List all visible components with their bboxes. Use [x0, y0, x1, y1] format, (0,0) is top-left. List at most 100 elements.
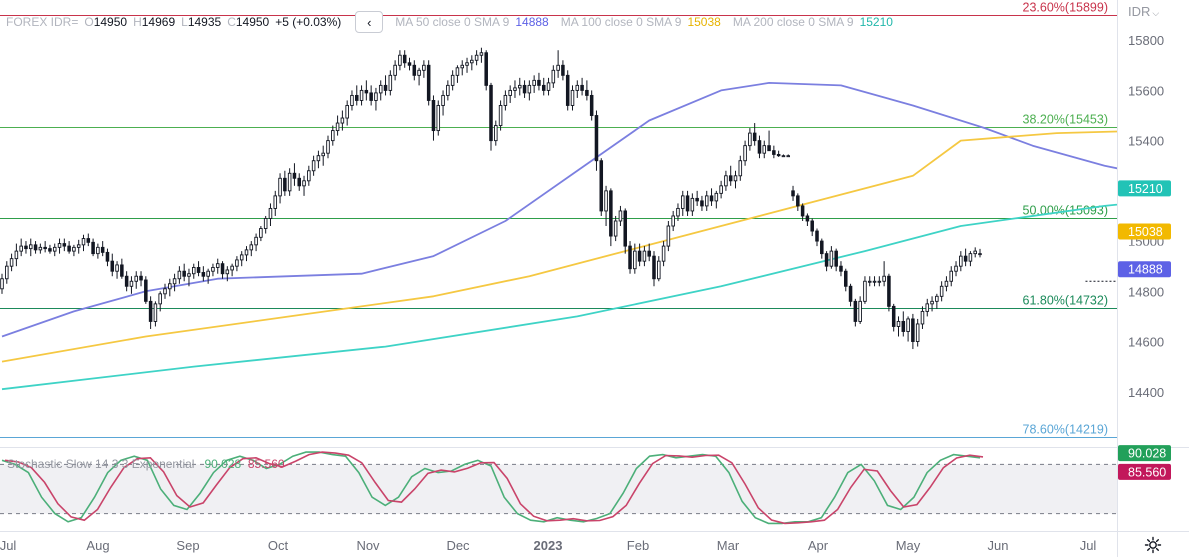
candle-body [105, 251, 110, 262]
stochastic-k-value: 90.028 [204, 457, 242, 471]
candle-body [287, 172, 292, 192]
candle [906, 316, 910, 342]
candle-body [33, 244, 38, 251]
candle-body [949, 270, 954, 282]
candle [896, 316, 901, 337]
candle-body [609, 190, 613, 237]
candle-body [968, 253, 973, 262]
candle [532, 75, 536, 93]
candle [287, 168, 292, 196]
candle-body [201, 272, 206, 277]
ma-line-2 [1, 203, 1117, 391]
candle [724, 170, 728, 191]
ma200-label[interactable]: MA 200 close 0 SMA 9 [733, 15, 854, 29]
candle-body [647, 250, 651, 257]
candle-body [676, 207, 680, 217]
candle-body [283, 177, 287, 192]
candle [810, 218, 814, 237]
candle-body [5, 265, 9, 280]
stochastic-band [0, 464, 1117, 514]
candle-body [551, 69, 556, 84]
candle [920, 306, 925, 329]
candle [43, 241, 47, 253]
candle-body [163, 288, 167, 295]
candle-body [378, 84, 383, 94]
candle [273, 190, 278, 216]
candle-body [843, 270, 848, 287]
candle-body [685, 195, 690, 212]
currency-selector[interactable]: IDR ⌵ [1128, 4, 1159, 19]
candle-body [311, 160, 316, 172]
candle [311, 155, 316, 176]
candle [609, 188, 613, 247]
candle [925, 298, 930, 317]
candle-body [91, 241, 95, 255]
candle [776, 150, 781, 157]
candle-body [331, 130, 335, 142]
candle-body [613, 220, 618, 237]
candle-body [0, 278, 4, 290]
price-axis[interactable]: 1440014600148001500015200154001560015800… [1118, 33, 1171, 400]
candle-body [700, 200, 704, 207]
candle [297, 173, 302, 191]
candle-body [326, 140, 330, 154]
candle [48, 244, 52, 254]
candle [5, 261, 9, 284]
candle [163, 283, 167, 299]
candle-body [867, 280, 872, 283]
candle-body [522, 84, 527, 94]
chart-canvas[interactable]: 23.60%(15899)38.20%(15453)50.00%(15093)6… [0, 0, 1189, 557]
candle [369, 85, 373, 106]
time-axis[interactable]: Jul Aug Sep Oct Nov Dec 2023 Feb Mar Apr May Jun Jul [0, 538, 1096, 553]
candle-body [939, 285, 944, 297]
candle-body [915, 323, 920, 342]
candle [206, 268, 210, 284]
stochastic-label[interactable]: Stochastic Slow 14 3 3 Exponential [7, 457, 194, 471]
settings-button[interactable] [1144, 536, 1162, 554]
candle-body [911, 318, 915, 342]
symbol-label[interactable]: FOREX IDR= [6, 15, 78, 29]
candle [455, 65, 460, 83]
candle-body [714, 192, 719, 202]
candle [743, 140, 747, 166]
candle-body [561, 64, 565, 76]
candle [359, 85, 364, 106]
candle-body [225, 269, 230, 275]
candle-body [930, 300, 934, 305]
candle [38, 243, 43, 254]
candle [144, 276, 148, 304]
ma50-label[interactable]: MA 50 close 0 SMA 9 [395, 15, 509, 29]
candle [748, 128, 752, 151]
candle-body [973, 250, 977, 255]
stochastic-d-value: 85.560 [247, 457, 285, 471]
candle-body [537, 79, 541, 86]
candle-body [532, 79, 536, 86]
price-badge-text-3: 14888 [1128, 263, 1163, 277]
candle-body [834, 250, 838, 267]
ma100-label[interactable]: MA 100 close 0 SMA 9 [561, 15, 682, 29]
time-tick-10: May [896, 538, 921, 553]
candle-body [695, 197, 699, 202]
candle-body [307, 170, 311, 182]
candle-body [345, 105, 349, 119]
candle-body [19, 245, 23, 252]
candle-body [508, 89, 512, 96]
candle [642, 246, 647, 267]
candle-body [446, 84, 450, 96]
candle-body [642, 250, 647, 262]
candle-body [110, 260, 115, 272]
collapse-legend-button[interactable]: ‹ [355, 11, 384, 33]
candle-body [460, 64, 465, 69]
candle [331, 125, 335, 146]
candle-body [62, 243, 67, 247]
candle [791, 185, 795, 201]
candle-body [86, 238, 91, 243]
candle-body [498, 105, 503, 127]
candle [139, 271, 143, 287]
candle [412, 60, 417, 81]
candle [652, 251, 656, 287]
candle [316, 150, 321, 169]
candle-body [431, 99, 436, 132]
candle [978, 248, 982, 258]
candle-body [52, 246, 57, 252]
